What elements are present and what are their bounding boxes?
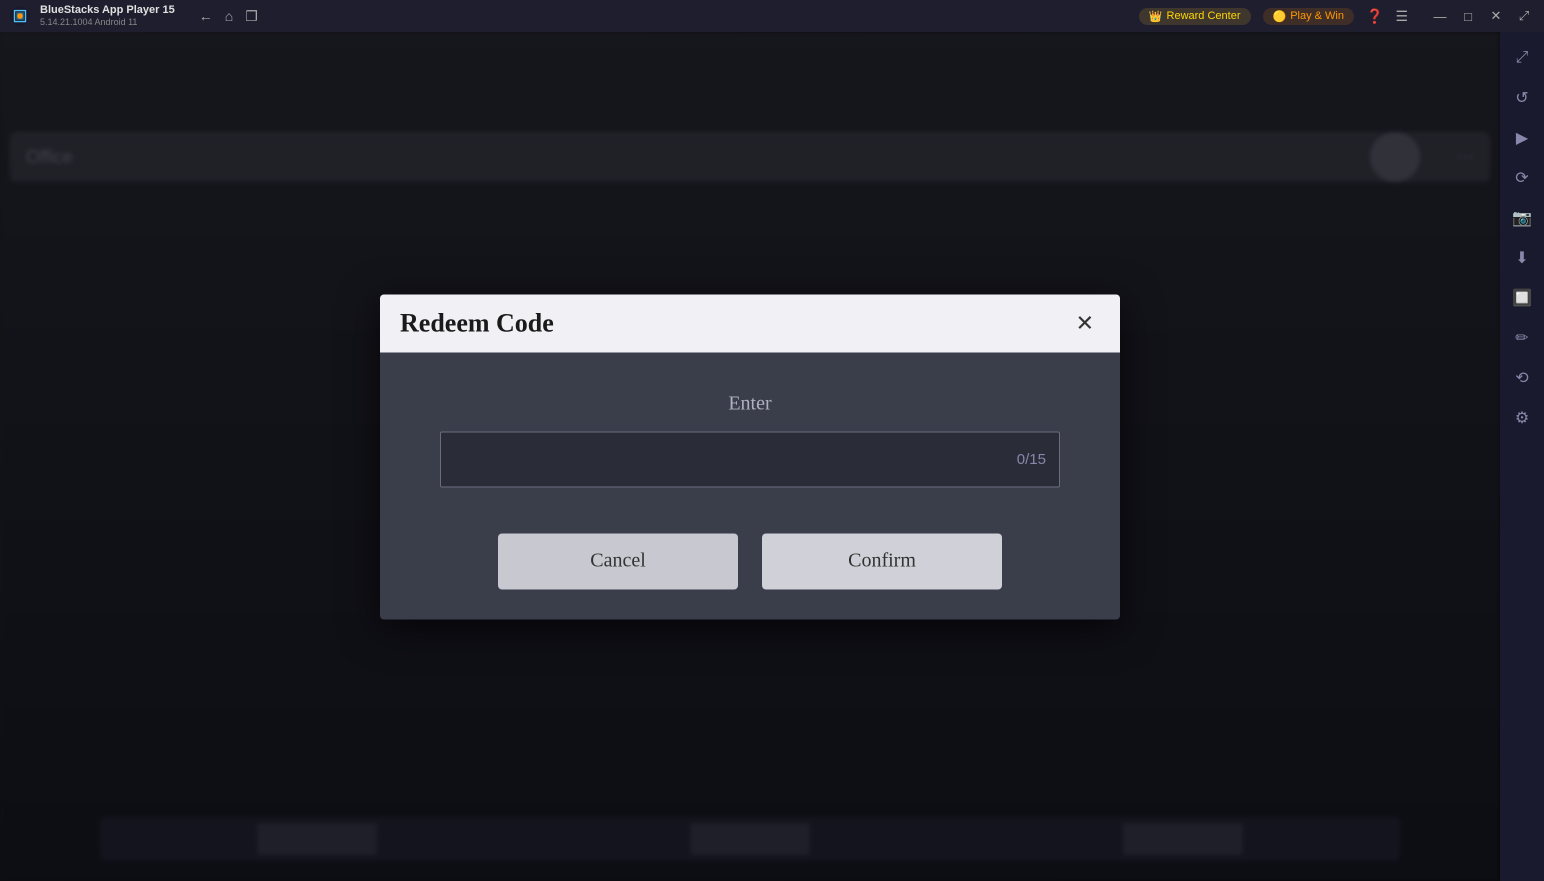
maximize-button[interactable]: □ <box>1456 6 1480 26</box>
sidebar-icon-expand[interactable]: ⤢ <box>1504 40 1540 76</box>
sidebar-icon-screenshot[interactable]: 🔲 <box>1504 280 1540 316</box>
dialog-title: Redeem Code <box>400 308 554 338</box>
window-controls: — □ ✕ ⤢ <box>1428 6 1536 26</box>
sidebar-icon-refresh[interactable]: ⟲ <box>1504 360 1540 396</box>
sidebar-icon-play[interactable]: ▶ <box>1504 120 1540 156</box>
nav-home-icon[interactable]: ⌂ <box>225 8 233 24</box>
app-version: 5.14.21.1004 Android 11 <box>40 17 175 28</box>
close-button[interactable]: ✕ <box>1484 6 1508 26</box>
title-bar: BlueStacks App Player 15 5.14.21.1004 An… <box>0 0 1544 32</box>
crown-icon: 👑 <box>1149 10 1163 23</box>
dialog-close-button[interactable]: ✕ <box>1070 310 1100 336</box>
code-input-wrapper: 0/15 <box>440 431 1060 487</box>
play-win-button[interactable]: 🟡 Play & Win <box>1263 8 1355 25</box>
nav-buttons: ← ⌂ ❐ <box>199 8 258 25</box>
sidebar-icon-sync[interactable]: ⟳ <box>1504 160 1540 196</box>
confirm-button[interactable]: Confirm <box>762 533 1002 589</box>
menu-icon[interactable]: ☰ <box>1395 8 1408 25</box>
expand-button[interactable]: ⤢ <box>1512 6 1536 26</box>
coin-icon: 🟡 <box>1273 10 1287 23</box>
dialog-enter-label: Enter <box>728 392 771 415</box>
title-info: BlueStacks App Player 15 5.14.21.1004 An… <box>40 4 175 28</box>
reward-center-label: Reward Center <box>1167 10 1241 22</box>
cancel-button[interactable]: Cancel <box>498 533 738 589</box>
reward-center-button[interactable]: 👑 Reward Center <box>1139 8 1251 25</box>
sidebar-icon-settings[interactable]: ⚙ <box>1504 400 1540 436</box>
nav-back-icon[interactable]: ← <box>199 8 213 24</box>
dialog-header: Redeem Code ✕ <box>380 294 1120 352</box>
help-icon[interactable]: ❓ <box>1366 8 1383 25</box>
minimize-button[interactable]: — <box>1428 6 1452 26</box>
dialog-footer: Cancel Confirm <box>380 517 1120 619</box>
app-name: BlueStacks App Player 15 <box>40 4 175 17</box>
bluestacks-logo <box>8 4 32 28</box>
title-bar-right: 👑 Reward Center 🟡 Play & Win ❓ ☰ — □ ✕ ⤢ <box>1139 6 1536 26</box>
main-area: Office ⋯ Redeem Code ✕ Enter 0/15 Cancel… <box>0 32 1500 881</box>
code-input-field[interactable] <box>440 431 1060 487</box>
dialog-body: Enter 0/15 <box>380 352 1120 517</box>
nav-copy-icon[interactable]: ❐ <box>245 8 258 25</box>
play-win-label: Play & Win <box>1290 10 1344 22</box>
sidebar-icon-apk[interactable]: ⬇ <box>1504 240 1540 276</box>
sidebar-icon-camera[interactable]: 📷 <box>1504 200 1540 236</box>
sidebar-icon-edit[interactable]: ✏ <box>1504 320 1540 356</box>
right-sidebar: ⤢ ↺ ▶ ⟳ 📷 ⬇ 🔲 ✏ ⟲ ⚙ <box>1500 32 1544 881</box>
sidebar-icon-rotate[interactable]: ↺ <box>1504 80 1540 116</box>
title-bar-left: BlueStacks App Player 15 5.14.21.1004 An… <box>8 4 258 28</box>
redeem-code-dialog: Redeem Code ✕ Enter 0/15 Cancel Confirm <box>380 294 1120 619</box>
